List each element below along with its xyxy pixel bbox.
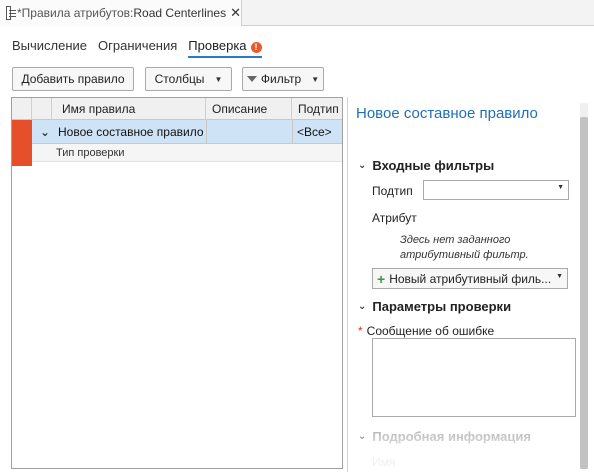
no-filter-note-line2: атрибутивный фильтр.	[400, 249, 529, 261]
filter-icon	[246, 76, 257, 82]
table-icon	[6, 6, 16, 20]
check-parameters-heading: Параметры проверки	[372, 299, 512, 314]
filter-button[interactable]: Фильтр ▼	[242, 67, 324, 91]
rule-name-cell[interactable]: Новое составное правило	[54, 120, 206, 144]
column-header-rule-name[interactable]: Имя правила	[52, 98, 206, 120]
new-filter-label: Новый атрибутивный филь...	[389, 271, 552, 286]
close-tab-icon[interactable]: ✕	[230, 5, 241, 21]
attribute-rules-tab[interactable]: *Правила атрибутов: Road Centerlines ✕	[0, 0, 242, 26]
tab-calculation[interactable]: Вычисление	[12, 38, 87, 58]
header-status-cell	[12, 98, 32, 120]
chevron-down-icon: ⌄	[358, 160, 367, 171]
tab-validation[interactable]: Проверка!	[188, 38, 262, 58]
expand-row-icon[interactable]: ⌄	[36, 120, 52, 144]
rule-properties-panel: Новое составное правило ⌄ Входные фильтр…	[347, 97, 594, 472]
chevron-down-icon: ⌄	[358, 431, 367, 442]
document-tab-strip: *Правила атрибутов: Road Centerlines ✕	[0, 0, 594, 26]
error-message-input[interactable]	[372, 338, 576, 417]
subtype-dropdown[interactable]: ▼	[423, 180, 569, 200]
chevron-down-icon: ▼	[214, 74, 223, 84]
chevron-down-icon: ▼	[311, 74, 320, 84]
input-filters-section[interactable]: ⌄ Входные фильтры	[358, 158, 494, 173]
error-indicator	[12, 144, 32, 162]
header-expand-cell	[32, 98, 52, 120]
validation-type-label: Тип проверки	[56, 147, 125, 159]
name-label: Имя	[372, 455, 396, 469]
grid-header: Имя правила Описание Подтип	[12, 98, 342, 120]
add-rule-button[interactable]: Добавить правило	[12, 67, 134, 91]
columns-label: Столбцы	[154, 72, 205, 86]
rules-grid[interactable]: Имя правила Описание Подтип ⌄ Новое сост…	[11, 97, 343, 469]
panel-scrollbar[interactable]	[580, 103, 588, 469]
check-parameters-section[interactable]: ⌄ Параметры проверки	[358, 299, 511, 314]
plus-icon: +	[377, 270, 386, 287]
description-cell[interactable]	[206, 120, 292, 144]
details-heading: Подробная информация	[372, 429, 531, 444]
tab-layer-name: Road Centerlines	[133, 6, 227, 20]
panel-title: Новое составное правило	[356, 105, 538, 122]
row-detail: Тип проверки	[32, 144, 342, 162]
chevron-down-icon: ▼	[556, 273, 563, 280]
scrollbar-thumb[interactable]	[580, 117, 588, 469]
rule-type-tabs: Вычисление Ограничения Проверка!	[12, 38, 262, 58]
chevron-down-icon: ⌄	[358, 301, 367, 312]
tab-constraint[interactable]: Ограничения	[98, 38, 177, 58]
filter-label: Фильтр	[260, 72, 302, 86]
table-row[interactable]: ⌄ Новое составное правило <Все>	[12, 120, 342, 166]
input-filters-heading: Входные фильтры	[372, 158, 495, 173]
column-header-subtype[interactable]: Подтип	[292, 98, 342, 120]
tab-validation-label: Проверка	[188, 38, 247, 53]
no-filter-note-line1: Здесь нет заданного	[400, 234, 511, 246]
details-section[interactable]: ⌄ Подробная информация	[358, 429, 531, 444]
required-marker: *	[358, 324, 363, 338]
error-message-text: Сообщение об ошибке	[366, 324, 495, 338]
subtype-label: Подтип	[372, 184, 413, 198]
new-attribute-filter-button[interactable]: + Новый атрибутивный филь... ▼	[372, 268, 568, 289]
warning-icon: !	[250, 42, 262, 53]
column-header-description[interactable]: Описание	[206, 98, 292, 120]
error-message-label: * Сообщение об ошибке	[358, 324, 494, 338]
columns-button[interactable]: Столбцы ▼	[145, 67, 232, 91]
chevron-down-icon: ▼	[557, 184, 564, 191]
subtype-cell[interactable]: <Все>	[292, 120, 342, 144]
tab-title: *Правила атрибутов:	[17, 6, 134, 20]
attribute-label: Атрибут	[372, 211, 417, 225]
